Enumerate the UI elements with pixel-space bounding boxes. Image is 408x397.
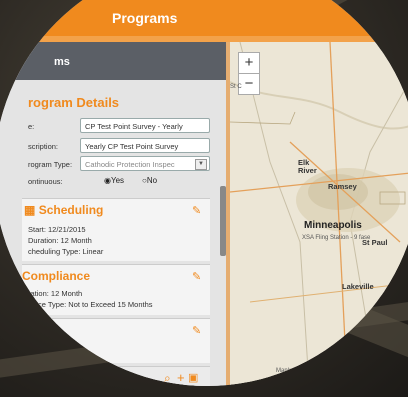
compliance-type: iance Type: Not to Exceed 15 Months — [28, 300, 153, 309]
panel-title: ms — [54, 56, 70, 68]
page-title: Programs — [112, 10, 178, 26]
edit-scheduling-icon[interactable]: ✎ — [192, 204, 201, 217]
map-label-st-paul: St Paul — [362, 238, 388, 247]
continuous-label: ontinuous: — [28, 177, 63, 186]
continuous-no-radio[interactable]: ○No — [142, 176, 157, 185]
no-label: No — [146, 176, 158, 185]
program-panel: ms rogram Details e: CP Test Point Surve… — [0, 42, 226, 386]
edit-compliance-icon[interactable]: ✎ — [192, 270, 201, 283]
map-label-lakeville: Lakeville — [342, 282, 374, 291]
compliance-title: Compliance — [22, 269, 91, 283]
map-label-minneapolis: Minneapolis — [304, 220, 362, 231]
panel-header: ms — [0, 42, 226, 80]
app-header: Programs — [0, 0, 408, 42]
map-label-stc: St C — [230, 84, 242, 90]
app-viewport: Programs ms rogram Details e: CP Test Po… — [0, 0, 408, 386]
chevron-down-icon: ▼ — [195, 159, 207, 170]
name-label: e: — [28, 122, 35, 131]
footer-card: ⌕ + ▣ — [22, 366, 210, 386]
description-input[interactable]: Yearly CP Test Point Survey — [80, 138, 210, 153]
radio-checked-icon: ◉ — [104, 176, 111, 185]
scheduling-title: ▦ Scheduling — [24, 203, 103, 217]
yes-label: Yes — [110, 176, 125, 185]
scheduling-start: Start: 12/21/2015 — [28, 225, 86, 234]
zoom-in-button[interactable]: + — [238, 52, 260, 74]
activities-card: vities ✎ ne — [22, 318, 210, 363]
delete-icon[interactable]: ▣ — [188, 371, 198, 384]
map-label-mankato: Mankato — [276, 368, 300, 374]
map-label-station: XSA Fling Station - 9 fase — [302, 235, 371, 241]
map-label-elk-river: Elk River — [298, 158, 317, 175]
activities-text: ne — [32, 345, 41, 354]
map-view[interactable]: + − St C Elk River Ramsey Minneapolis XS… — [230, 42, 408, 386]
compliance-card: Compliance ✎ ration: 12 Month iance Type… — [22, 264, 210, 315]
program-type-label: rogram Type: — [28, 160, 73, 169]
scheduling-title-text: Scheduling — [38, 203, 104, 217]
edit-activities-icon[interactable]: ✎ — [192, 324, 201, 337]
search-icon[interactable]: ⌕ — [164, 371, 171, 386]
continuous-yes-radio[interactable]: ◉Yes — [104, 176, 124, 185]
compliance-duration: ration: 12 Month — [28, 289, 83, 298]
calendar-icon: ▦ — [24, 203, 36, 217]
map-label-ramsey: Ramsey — [328, 182, 357, 191]
program-type-select[interactable]: Cathodic Protection Inspec ▼ — [80, 156, 210, 171]
program-type-value: Cathodic Protection Inspec — [85, 160, 175, 169]
scheduling-duration: Duration: 12 Month — [28, 236, 92, 245]
program-details-title: rogram Details — [28, 95, 120, 110]
name-input[interactable]: CP Test Point Survey - Yearly — [80, 118, 210, 133]
description-label: scription: — [28, 142, 59, 151]
activities-title: vities — [28, 323, 59, 337]
scheduling-card: ▦ Scheduling ✎ Start: 12/21/2015 Duratio… — [22, 198, 210, 261]
scheduling-type: cheduling Type: Linear — [28, 247, 104, 256]
add-icon[interactable]: + — [177, 370, 185, 385]
